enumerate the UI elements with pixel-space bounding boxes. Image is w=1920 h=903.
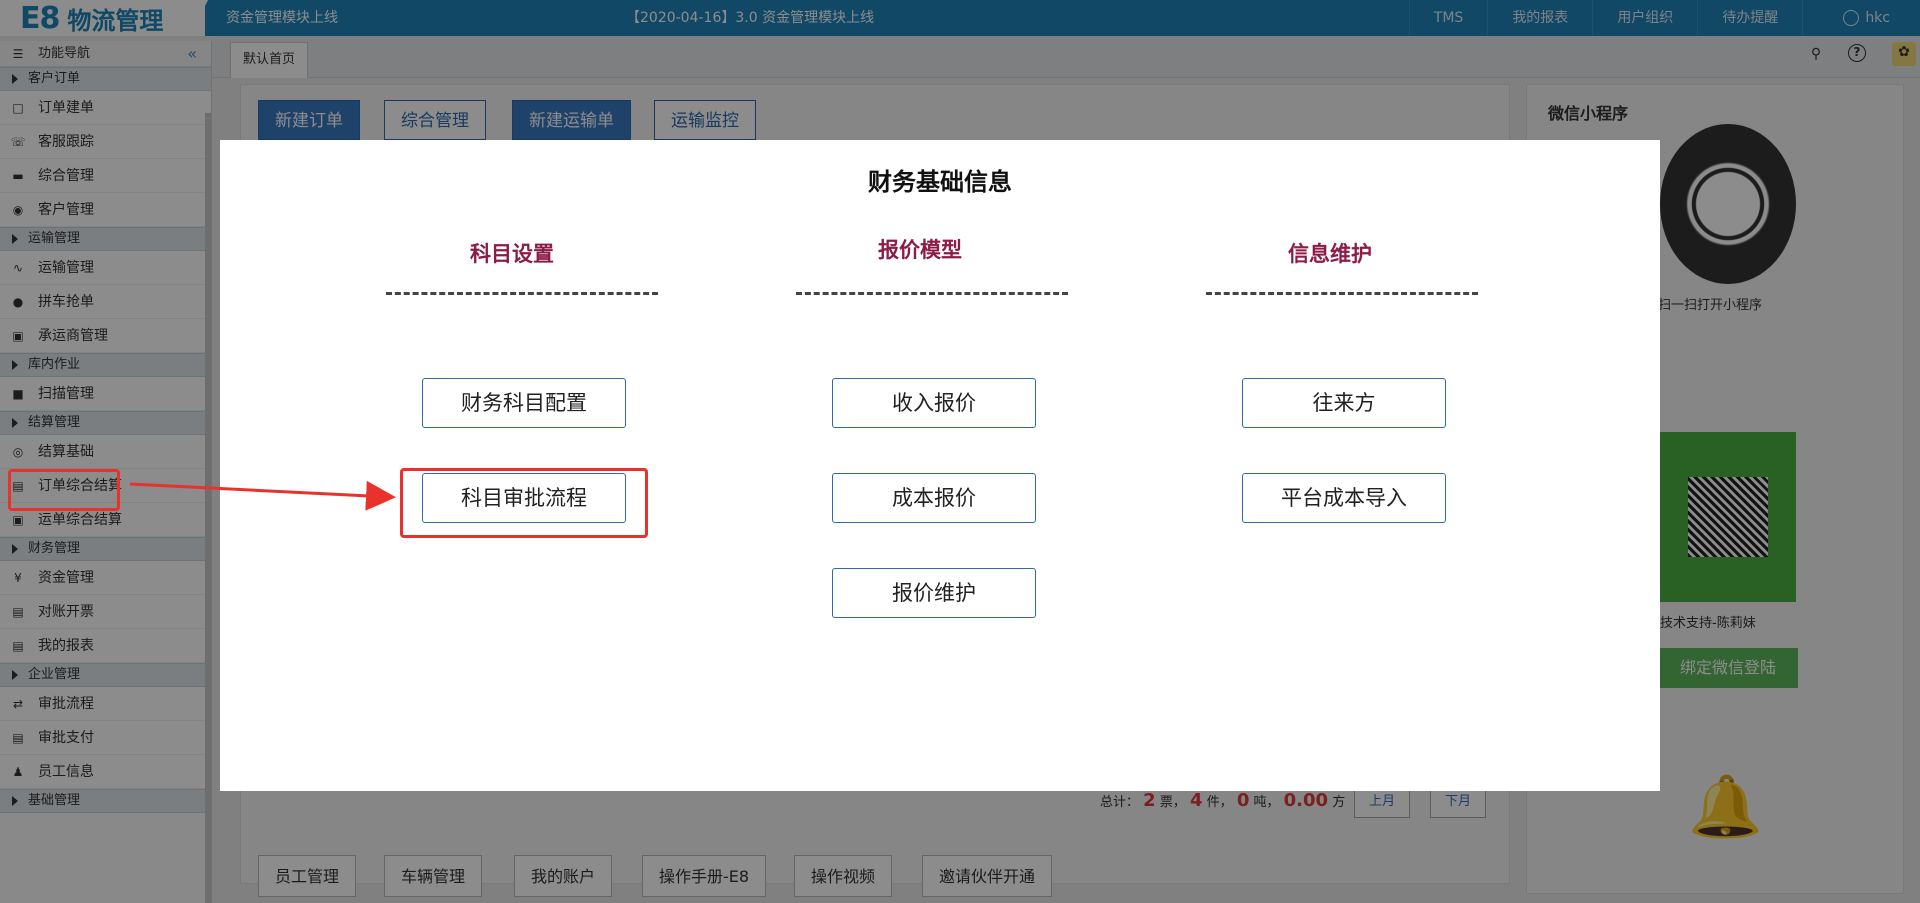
quote-maintenance-button[interactable]: 报价维护 <box>832 568 1036 618</box>
column-title-info-maintenance: 信息维护 <box>1288 242 1372 266</box>
highlight-box-sidebar <box>8 469 120 511</box>
column-title-subject-settings: 科目设置 <box>470 242 554 266</box>
counterparty-button[interactable]: 往来方 <box>1242 378 1446 428</box>
platform-cost-import-button[interactable]: 平台成本导入 <box>1242 473 1446 523</box>
divider-subject-settings <box>386 292 658 295</box>
modal-title: 财务基础信息 <box>868 168 1012 196</box>
divider-quote-model <box>796 292 1068 295</box>
cost-quote-button[interactable]: 成本报价 <box>832 473 1036 523</box>
income-quote-button[interactable]: 收入报价 <box>832 378 1036 428</box>
divider-info-maintenance <box>1206 292 1478 295</box>
finance-basics-modal: 财务基础信息 科目设置 报价模型 信息维护 财务科目配置 科目审批流程 收入报价… <box>220 140 1660 791</box>
column-title-quote-model: 报价模型 <box>878 238 962 262</box>
highlight-box-modal <box>400 468 648 538</box>
finance-subject-config-button[interactable]: 财务科目配置 <box>422 378 626 428</box>
